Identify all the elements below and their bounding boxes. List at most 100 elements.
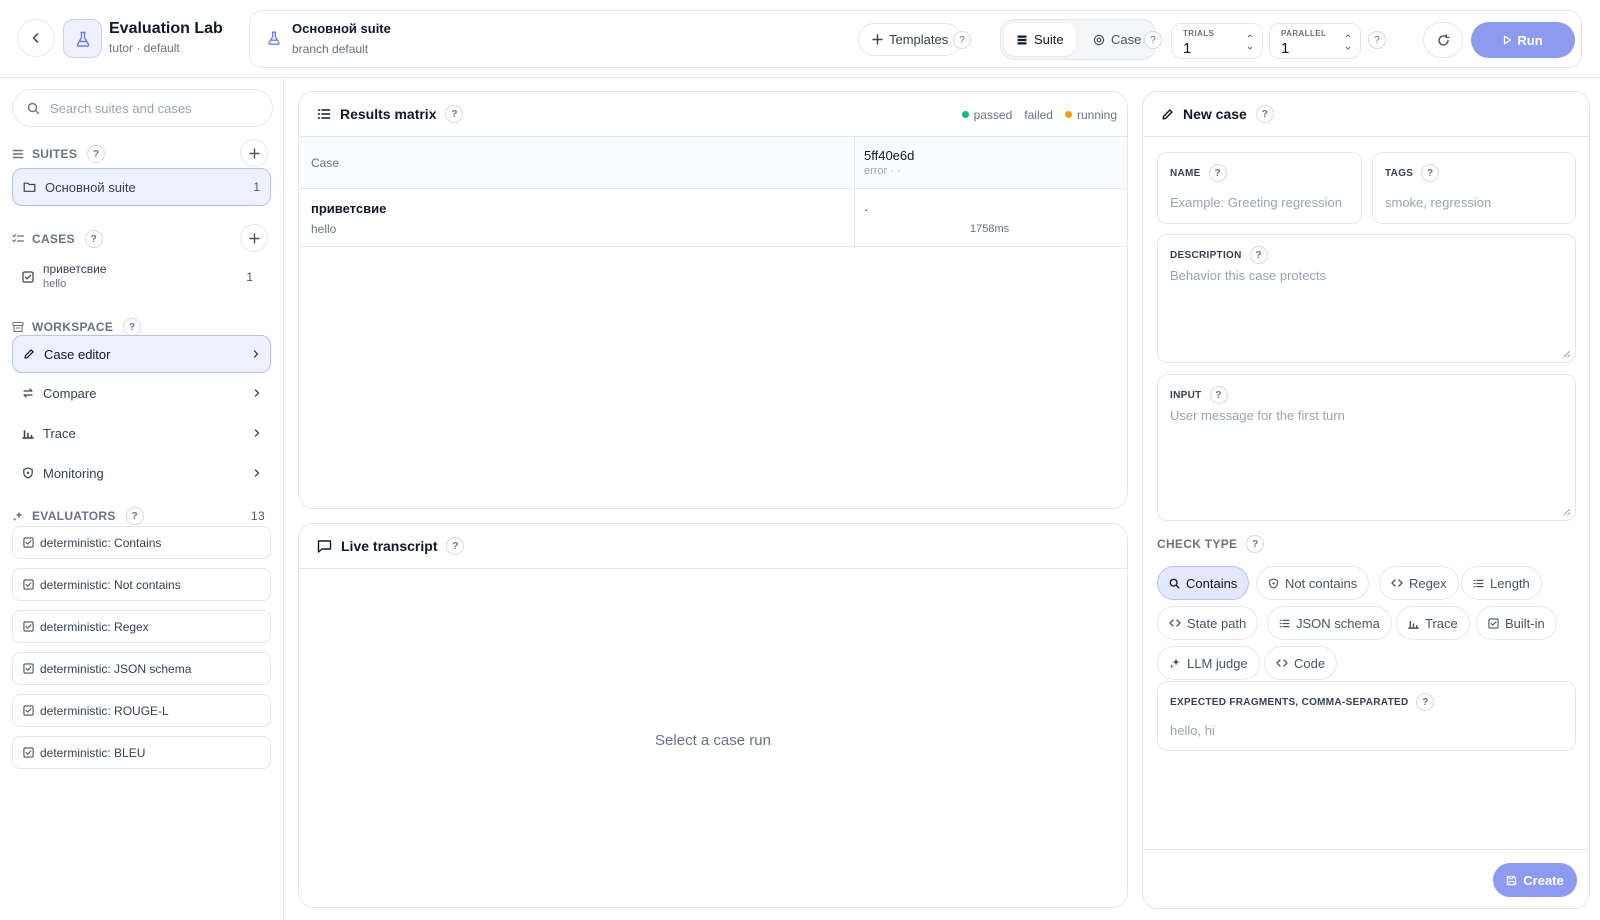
evaluator-label: deterministic: ROUGE-L [40, 703, 169, 718]
name-help-icon[interactable]: ? [1208, 164, 1227, 182]
workspace-item-compare[interactable]: Compare [12, 374, 271, 412]
run-label: Run [1517, 32, 1543, 48]
search-input[interactable]: Search suites and cases [12, 89, 273, 127]
folder-icon [23, 181, 36, 193]
input-field-label: INPUT? [1170, 386, 1228, 404]
evaluator-item[interactable]: deterministic: BLEU [12, 736, 271, 769]
check-chip-not-contains[interactable]: Not contains [1256, 566, 1370, 600]
tags-field[interactable]: TAGS? smoke, regression [1372, 152, 1576, 224]
matrix-header-row: Case 5ff40e6d error · · [299, 137, 1127, 189]
check-chip-json-schema[interactable]: JSON schema [1267, 606, 1392, 640]
results-help-icon[interactable]: ? [445, 105, 464, 123]
evaluator-item[interactable]: deterministic: Contains [12, 526, 271, 559]
suites-header: SUITES ? [12, 145, 106, 163]
suite-item-count: 1 [253, 180, 260, 194]
case-item[interactable]: приветсвие hello 1 [12, 255, 271, 299]
workspace-header: WORKSPACE ? [12, 318, 142, 336]
check-chip-length[interactable]: Length [1461, 566, 1542, 600]
run-button[interactable]: Run [1471, 22, 1575, 58]
templates-button[interactable]: Templates [858, 23, 963, 56]
add-suite-button[interactable] [240, 139, 268, 167]
result-cell-latency: 1758ms [970, 223, 1010, 235]
results-title: Results matrix [340, 106, 437, 122]
workspace-item-monitoring[interactable]: Monitoring [12, 454, 271, 492]
run-settings-help-icon[interactable]: ? [1368, 31, 1386, 49]
tags-field-label: TAGS? [1385, 164, 1440, 182]
input-help-icon[interactable]: ? [1209, 386, 1228, 404]
trials-value[interactable]: 1 [1183, 40, 1191, 57]
mode-case-button[interactable]: Case [1081, 23, 1153, 56]
case-item-count: 1 [246, 270, 253, 284]
pencil-icon [1161, 108, 1174, 121]
transcript-title: Live transcript [341, 538, 438, 554]
parallel-stepper[interactable]: PARALLEL 1 [1269, 23, 1361, 59]
app-title: Evaluation Lab [109, 20, 223, 37]
check-chip-llm-judge[interactable]: LLM judge [1157, 646, 1260, 680]
results-legend: passed failed running [961, 108, 1117, 122]
flask-icon [74, 30, 92, 48]
workspace-item-label: Trace [43, 425, 76, 441]
templates-help-icon[interactable]: ? [953, 31, 971, 49]
trials-stepper[interactable]: TRIALS 1 [1171, 23, 1263, 59]
evaluator-item[interactable]: deterministic: Regex [12, 610, 271, 643]
expected-help-icon[interactable]: ? [1416, 693, 1435, 711]
tags-help-icon[interactable]: ? [1421, 164, 1440, 182]
cases-header: CASES ? [12, 230, 103, 248]
input-field[interactable]: INPUT? User message for the first turn [1157, 374, 1576, 521]
top-bar: Evaluation Lab tutor · default Основной … [0, 0, 1600, 78]
evaluator-item[interactable]: deterministic: JSON schema [12, 652, 271, 685]
parallel-value[interactable]: 1 [1281, 40, 1289, 57]
check-chip-trace[interactable]: Trace [1396, 606, 1470, 640]
list-icon [12, 148, 24, 160]
new-case-title: New case [1183, 106, 1247, 122]
new-case-help-icon[interactable]: ? [1255, 105, 1274, 123]
check-chip-built-in[interactable]: Built-in [1476, 606, 1557, 640]
back-button[interactable] [17, 19, 55, 57]
suite-item-label: Основной suite [45, 179, 136, 195]
resize-handle-icon[interactable] [1563, 508, 1571, 516]
evaluators-help-icon[interactable]: ? [125, 507, 144, 525]
transcript-help-icon[interactable]: ? [446, 537, 465, 555]
legend-running: running [1064, 108, 1117, 122]
suites-help-icon[interactable]: ? [87, 145, 106, 163]
check-chip-state-path[interactable]: State path [1157, 606, 1259, 640]
evaluator-label: deterministic: JSON schema [40, 661, 192, 676]
case-item-input: hello [43, 278, 67, 290]
description-help-icon[interactable]: ? [1249, 246, 1268, 264]
case-item-name: приветсвие [43, 262, 107, 276]
resize-handle-icon[interactable] [1563, 350, 1571, 358]
check-type-help-icon[interactable]: ? [1246, 535, 1265, 553]
chevron-right-icon [253, 388, 261, 398]
mode-help-icon[interactable]: ? [1144, 31, 1162, 49]
workspace-help-icon[interactable]: ? [123, 318, 142, 336]
check-chip-contains[interactable]: Contains [1157, 566, 1250, 600]
transcript-header: Live transcript ? [299, 524, 1127, 569]
create-button[interactable]: Create [1493, 863, 1577, 897]
case-item-text: приветсвие hello [43, 262, 246, 292]
checkbox-icon [23, 705, 34, 716]
evaluator-item[interactable]: deterministic: Not contains [12, 568, 271, 601]
table-row[interactable]: приветсвие hello · 1758ms [299, 189, 1127, 247]
suite-item[interactable]: Основной suite 1 [12, 168, 271, 206]
evaluators-header-label: EVALUATORS [32, 509, 116, 523]
add-case-button[interactable] [240, 224, 268, 252]
result-cell[interactable]: · 1758ms [854, 189, 1127, 247]
list-icon [317, 107, 331, 121]
evaluator-item[interactable]: deterministic: ROUGE-L [12, 694, 271, 727]
stepper-arrows-icon[interactable] [1246, 32, 1254, 52]
name-field[interactable]: NAME? Example: Greeting regression [1157, 152, 1362, 224]
run-column-header[interactable]: 5ff40e6d error · · [854, 137, 1127, 189]
refresh-button[interactable] [1423, 22, 1463, 58]
expected-fragments-field[interactable]: EXPECTED FRAGMENTS, COMMA-SEPARATED? hel… [1157, 681, 1576, 751]
workspace-item-trace[interactable]: Trace [12, 414, 271, 452]
check-chip-code[interactable]: Code [1264, 646, 1338, 680]
cases-header-label: CASES [32, 232, 75, 246]
new-case-footer: Create [1143, 849, 1589, 908]
workspace-item-case-editor[interactable]: Case editor [12, 335, 271, 373]
cases-help-icon[interactable]: ? [84, 230, 103, 248]
case-column-header: Case [311, 156, 340, 170]
mode-suite-button[interactable]: Suite [1004, 23, 1076, 56]
check-chip-regex[interactable]: Regex [1379, 566, 1459, 600]
stepper-arrows-icon[interactable] [1344, 32, 1352, 52]
description-field[interactable]: DESCRIPTION? Behavior this case protects [1157, 234, 1576, 363]
